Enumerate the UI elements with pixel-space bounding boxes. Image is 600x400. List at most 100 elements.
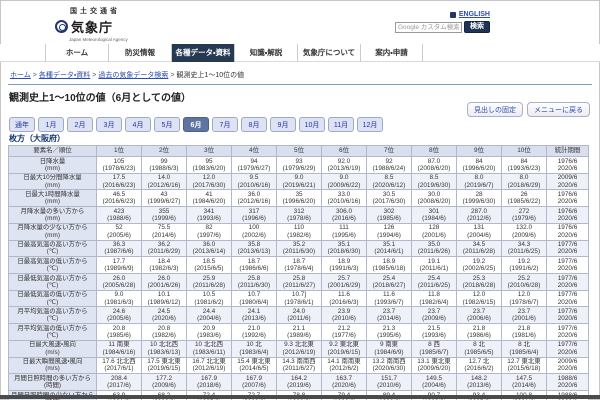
rank-date: (2012/6/19) <box>282 348 316 356</box>
column-header-9: 9位 <box>456 145 502 157</box>
rank-value: 10.7] <box>291 291 307 299</box>
period-end: 2020/6 <box>557 265 578 273</box>
month-tab-12[interactable]: 12月 <box>357 117 383 132</box>
element-unit: (mm) <box>45 164 60 172</box>
rank-date: (1991/6/3) <box>329 265 359 273</box>
rank-date: (2013/6) <box>242 315 266 323</box>
rank-date: (2017/6/1) <box>104 365 134 373</box>
rank-date: (2001/6) <box>422 231 446 239</box>
rank-cell-6: 92.0 (2013/6/19) <box>321 156 367 174</box>
agency-title: 気象庁 <box>71 20 114 35</box>
column-header-4: 4位 <box>231 145 277 157</box>
rank-cell-10: 19.2 (1991/6/2) <box>501 256 547 275</box>
period-end: 2020/6 <box>557 164 578 172</box>
rank-value: 30.0 <box>427 190 441 198</box>
rank-date: (2011/6/27) <box>282 281 316 289</box>
english-link[interactable]: ENGLISH <box>459 11 490 18</box>
element-name: 月降水量の少ない方から <box>17 224 88 232</box>
rank-value: 306.0 <box>336 207 352 215</box>
rank-date: (2012/6/16) <box>147 181 181 189</box>
rank-cell-7: 302 (1985/6) <box>366 206 412 224</box>
rank-cell-8: 149.5 (2004/6) <box>411 373 457 392</box>
breadcrumb-item-2[interactable]: 過去の気象データ検索 <box>98 72 168 79</box>
nav-item-3[interactable]: 知識・解説 <box>234 44 297 62</box>
rank-date: (2014/6) <box>377 315 401 323</box>
rank-cell-7: 23.7 (2014/6) <box>366 306 412 325</box>
month-tab-1[interactable]: 1月 <box>38 117 64 132</box>
rank-cell-5: 110 (1982/6) <box>276 222 322 241</box>
nav-item-4[interactable]: 気象庁について <box>297 44 360 62</box>
rank-date: (2006/6) <box>467 315 491 323</box>
column-header-6: 6位 <box>321 145 367 157</box>
rank-cell-6: 14.1 南南東 (2012/6/2) <box>321 356 367 375</box>
breadcrumb-item-1[interactable]: 各種データ・資料 <box>39 72 90 79</box>
month-tab-6[interactable]: 6月 <box>183 117 209 132</box>
element-unit: (mm) <box>45 231 60 239</box>
rank-cell-1: 52 (2005/6) <box>96 222 142 241</box>
rank-date: (1985/6/4) <box>509 348 539 356</box>
month-tab-5[interactable]: 5月 <box>154 117 180 132</box>
rank-date: (1983/6/20) <box>192 164 226 172</box>
rank-date: (2004/6) <box>197 315 221 323</box>
month-tab-4[interactable]: 4月 <box>125 117 151 132</box>
rank-cell-4: 10.7 (1980/6/4) <box>231 289 277 308</box>
rank-date: (2011/6/28) <box>462 248 496 256</box>
rank-date: (1991/6/2) <box>509 265 539 273</box>
rank-date: (1989/6/9) <box>104 265 134 273</box>
rank-cell-3: 25.9 (2011/6/28) <box>186 273 232 291</box>
nav-item-0[interactable]: ホーム <box>45 44 108 62</box>
rank-value: 25.8 <box>292 274 306 282</box>
rank-cell-6: 163.7 (2020/6) <box>321 373 367 392</box>
rank-date: (2018/6/28) <box>462 281 496 289</box>
column-header-7: 7位 <box>366 145 412 157</box>
rank-date: (2002/6) <box>242 231 266 239</box>
ranking-table: 要素名／順位 1位 2位 3位 4位 5位 6位 7位 8位 9位 10位 統計期間 日降水量 (mm)… <box>8 145 589 400</box>
jma-logo[interactable]: 国土交通省 気象庁 Japan Meteorological Agency <box>55 6 128 42</box>
search-input[interactable] <box>395 21 462 33</box>
nav-item-5[interactable]: 案内・申請 <box>360 44 423 62</box>
rank-value: 8.5 <box>384 174 394 182</box>
rank-date: (2010/6/16) <box>237 181 271 189</box>
month-tab-10[interactable]: 10月 <box>299 117 325 132</box>
month-tab-7[interactable]: 7月 <box>212 117 238 132</box>
rank-date: (2011/6/27) <box>282 365 316 373</box>
month-tab-0[interactable]: 通年 <box>9 117 35 132</box>
nav-item-2[interactable]: 各種データ・資料 <box>171 44 234 62</box>
nav-item-1[interactable]: 防災情報 <box>108 44 171 62</box>
rank-date: (2002/6/25) <box>462 265 496 273</box>
rank-value: 12.0 <box>472 291 486 299</box>
period-cell: 2009/6 2020/6 <box>546 172 589 191</box>
rank-value: 105 <box>113 157 125 165</box>
breadcrumb-item-0[interactable]: ホーム <box>10 72 31 79</box>
fix-header-button[interactable]: 見出しの固定 <box>467 102 523 117</box>
element-unit: (℃) <box>46 315 59 323</box>
element-name: 日最大瞬間風速・風向 <box>22 358 83 366</box>
rank-value: 18.7 <box>247 257 261 265</box>
rank-date: (1997/6) <box>197 231 221 239</box>
rank-value: 52 <box>115 224 123 232</box>
rank-value: 75.5 <box>157 224 171 232</box>
rank-cell-10: 25.2 (2010/6/28) <box>501 273 547 291</box>
month-tab-8[interactable]: 8月 <box>241 117 267 132</box>
element-label-cell: 日降水量 (mm) <box>8 156 97 174</box>
rank-cell-5: 164.2 (2019/6) <box>276 373 322 392</box>
rank-value: 17.6 北北西 <box>102 358 136 366</box>
rank-value: 167.9 <box>246 374 262 382</box>
rank-value: 14.3 南南西 <box>282 358 316 366</box>
rank-cell-4: 24.1 (2013/6) <box>231 306 277 325</box>
month-tab-3[interactable]: 3月 <box>96 117 122 132</box>
rank-value: 21.5 <box>427 324 441 332</box>
rank-date: (2011/6/25) <box>417 281 451 289</box>
period-start: 1976/6 <box>557 157 578 165</box>
month-tab-2[interactable]: 2月 <box>67 117 93 132</box>
rank-cell-1: 208.4 (2017/6) <box>96 373 142 392</box>
search-button[interactable]: 検索 <box>464 21 490 33</box>
month-tab-11[interactable]: 11月 <box>328 117 354 132</box>
rank-date: (2001/6) <box>512 315 536 323</box>
rank-value: 301 <box>428 207 440 215</box>
element-label-cell: 日最大1時間降水量 (mm) <box>8 189 97 208</box>
rank-cell-9: 84 (1996/6/20) <box>456 156 502 174</box>
month-tab-9[interactable]: 9月 <box>270 117 296 132</box>
back-to-menu-button[interactable]: メニューに戻る <box>527 102 590 117</box>
rank-cell-4: 167.9 (2007/6) <box>231 373 277 392</box>
